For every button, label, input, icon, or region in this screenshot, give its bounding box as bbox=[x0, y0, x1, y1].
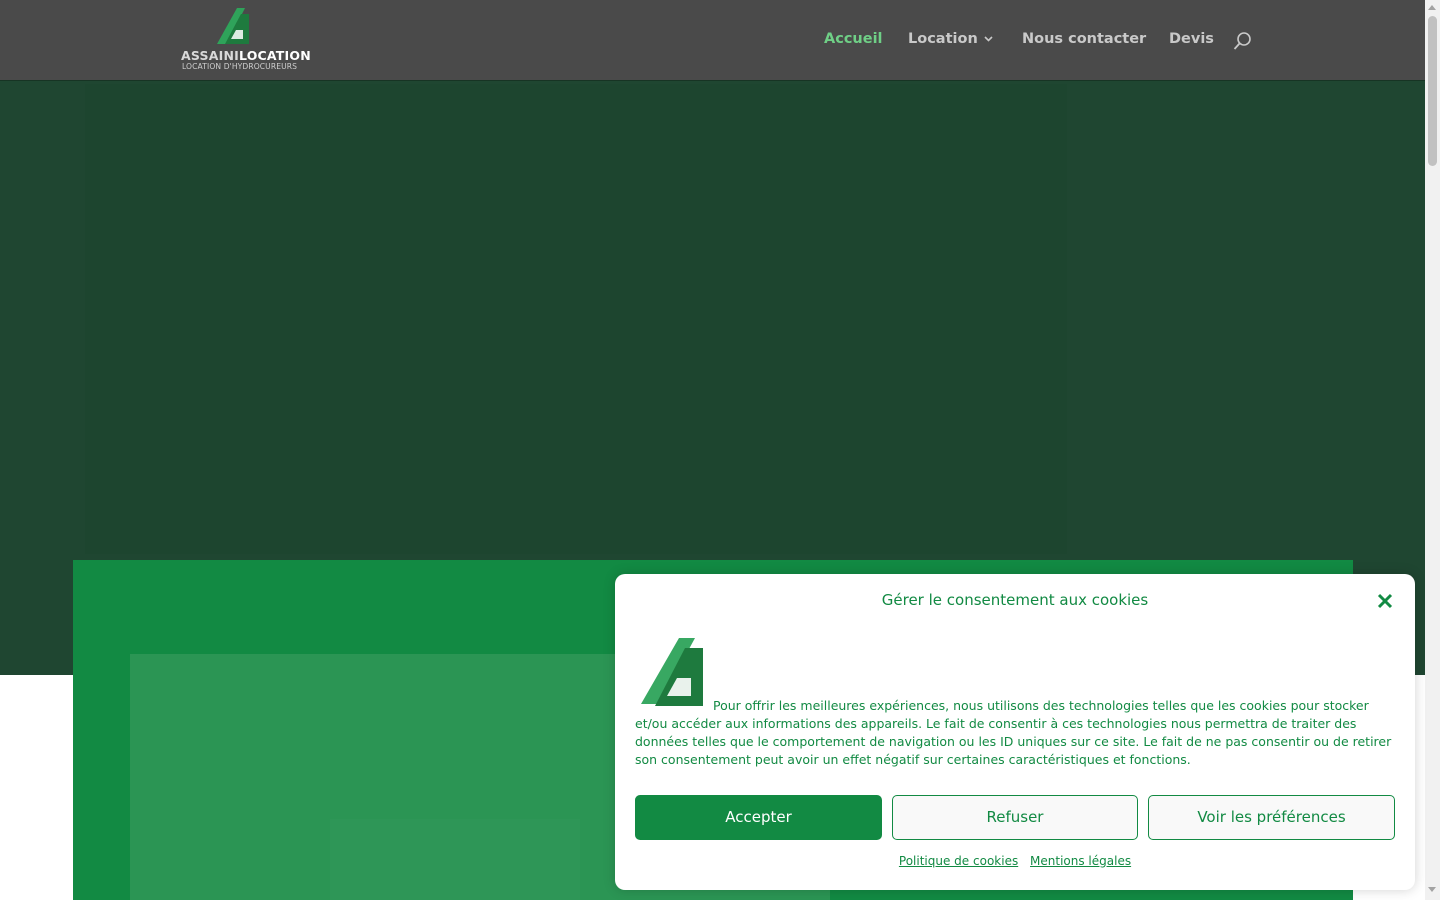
logo-name-part-a: ASSAINI bbox=[181, 48, 239, 63]
hero-image bbox=[85, 84, 1067, 554]
cookie-policy-link[interactable]: Politique de cookies bbox=[899, 854, 1018, 868]
site-header: ASSAINILOCATION LOCATION D'HYDROCUREURS … bbox=[0, 0, 1425, 80]
refuse-button[interactable]: Refuser bbox=[892, 795, 1138, 840]
close-icon[interactable] bbox=[1376, 592, 1394, 610]
site-logo[interactable]: ASSAINILOCATION LOCATION D'HYDROCUREURS bbox=[181, 6, 311, 72]
legal-notice-link[interactable]: Mentions légales bbox=[1030, 854, 1131, 868]
preferences-button[interactable]: Voir les préférences bbox=[1148, 795, 1395, 840]
nav-item-devis[interactable]: Devis bbox=[1169, 31, 1214, 47]
search-icon[interactable] bbox=[1233, 31, 1253, 53]
green-card-image bbox=[330, 819, 580, 900]
cookie-links: Politique de cookies Mentions légales bbox=[615, 854, 1415, 868]
page-scrollbar[interactable] bbox=[1425, 0, 1440, 900]
cookie-consent-modal: Gérer le consentement aux cookies Pour o… bbox=[615, 574, 1415, 890]
nav-item-contact[interactable]: Nous contacter bbox=[1022, 31, 1146, 47]
logo-name-part-b: LOCATION bbox=[238, 48, 311, 63]
scroll-up-arrow-icon[interactable] bbox=[1428, 5, 1436, 10]
cookie-description: Pour offrir les meilleures expériences, … bbox=[635, 698, 1392, 767]
nav-item-location-label: Location bbox=[908, 31, 978, 47]
scroll-down-arrow-icon[interactable] bbox=[1428, 887, 1436, 892]
scrollbar-thumb[interactable] bbox=[1428, 16, 1437, 166]
nav-item-home[interactable]: Accueil bbox=[824, 31, 883, 47]
logo-mark-icon bbox=[217, 8, 249, 44]
logo-tagline: LOCATION D'HYDROCUREURS bbox=[182, 62, 298, 71]
page: ASSAINILOCATION LOCATION D'HYDROCUREURS … bbox=[0, 0, 1440, 900]
nav-item-location[interactable]: Location bbox=[908, 31, 993, 47]
chevron-down-icon bbox=[984, 36, 993, 42]
accept-button[interactable]: Accepter bbox=[635, 795, 882, 840]
logo-name: ASSAINILOCATION bbox=[181, 48, 311, 63]
cookie-title: Gérer le consentement aux cookies bbox=[881, 591, 1149, 609]
